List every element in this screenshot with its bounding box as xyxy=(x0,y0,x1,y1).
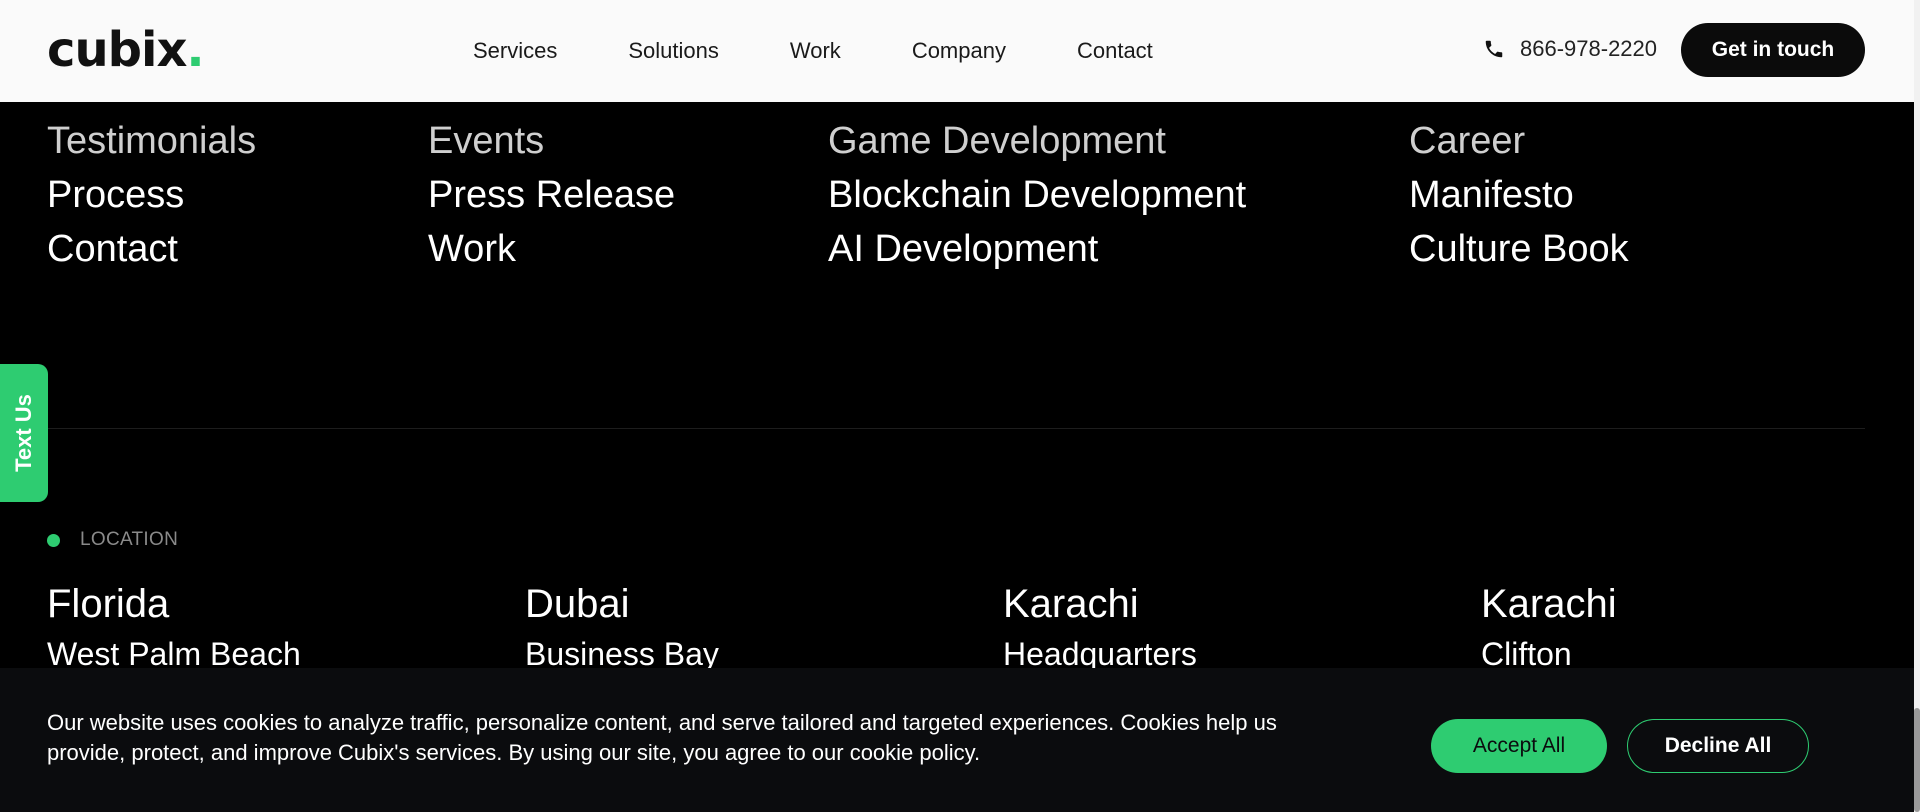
city-name: Karachi xyxy=(1003,582,1139,626)
links-column-1: Testimonials Process Contact xyxy=(47,114,256,276)
site-header: cubix. Services Solutions Work Company C… xyxy=(0,0,1914,102)
location-item: Karachi Clifton xyxy=(1481,580,1617,676)
main-nav: Services Solutions Work Company Contact xyxy=(473,0,1153,102)
bullet-dot-icon xyxy=(47,533,60,547)
phone-icon xyxy=(1485,40,1503,58)
nav-company[interactable]: Company xyxy=(912,38,1006,64)
location-label: LOCATION xyxy=(47,529,178,551)
location-label-text: LOCATION xyxy=(80,529,179,550)
cookie-message: Our website uses cookies to analyze traf… xyxy=(47,710,1277,765)
links-column-4: Career Manifesto Culture Book xyxy=(1409,114,1629,276)
footer-link[interactable]: Blockchain Development xyxy=(828,168,1246,222)
footer-link[interactable]: Career xyxy=(1409,114,1629,168)
links-column-3: Game Development Blockchain Development … xyxy=(828,114,1246,276)
location-item: Karachi Headquarters xyxy=(1003,580,1197,676)
footer-link[interactable]: Contact xyxy=(47,222,256,276)
footer-link[interactable]: Manifesto xyxy=(1409,168,1629,222)
footer-link[interactable]: Game Development xyxy=(828,114,1246,168)
footer-link[interactable]: Culture Book xyxy=(1409,222,1629,276)
phone-number: 866-978-2220 xyxy=(1520,36,1658,61)
scrollbar-track[interactable] xyxy=(1914,0,1920,812)
logo-text: cubix xyxy=(47,22,187,78)
city-name: Karachi xyxy=(1481,582,1617,626)
logo-dot: . xyxy=(186,22,204,78)
accept-all-button[interactable]: Accept All xyxy=(1431,719,1607,773)
cookie-banner: Our website uses cookies to analyze traf… xyxy=(0,668,1914,812)
footer-link[interactable]: AI Development xyxy=(828,222,1246,276)
footer-links: Testimonials Process Contact Events Pres… xyxy=(0,102,1914,342)
decline-all-button[interactable]: Decline All xyxy=(1627,719,1809,773)
nav-services[interactable]: Services xyxy=(473,38,557,64)
text-us-label: Text Us xyxy=(11,394,36,472)
city-name: Dubai xyxy=(525,582,630,626)
get-in-touch-button[interactable]: Get in touch xyxy=(1681,23,1865,77)
section-divider xyxy=(47,428,1865,429)
nav-solutions[interactable]: Solutions xyxy=(628,38,719,64)
footer-link[interactable]: Work xyxy=(428,222,675,276)
nav-contact[interactable]: Contact xyxy=(1077,38,1153,64)
footer-link[interactable]: Events xyxy=(428,114,675,168)
footer-link[interactable]: Testimonials xyxy=(47,114,256,168)
footer-link[interactable]: Process xyxy=(47,168,256,222)
city-name: Florida xyxy=(47,582,170,626)
location-item: Florida West Palm Beach xyxy=(47,580,301,676)
logo[interactable]: cubix. xyxy=(47,26,205,74)
footer-link[interactable]: Press Release xyxy=(428,168,675,222)
location-item: Dubai Business Bay xyxy=(525,580,719,676)
text-us-tab[interactable]: Text Us xyxy=(0,364,48,502)
phone-link[interactable]: 866-978-2220 xyxy=(1483,36,1657,62)
links-column-2: Events Press Release Work xyxy=(428,114,675,276)
scrollbar-thumb[interactable] xyxy=(1914,708,1920,812)
nav-work[interactable]: Work xyxy=(790,38,841,64)
